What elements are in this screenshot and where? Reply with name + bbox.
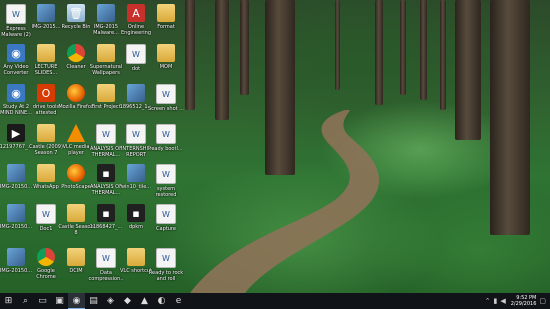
doc-icon: W bbox=[96, 124, 116, 144]
notification-icon[interactable]: ▢ bbox=[539, 297, 546, 305]
taskbar-app1[interactable]: ◈ bbox=[102, 293, 119, 309]
image-icon bbox=[127, 164, 145, 182]
app-icon: ◉ bbox=[7, 84, 25, 102]
search-icon: ⌕ bbox=[22, 296, 29, 306]
doc-icon: W bbox=[36, 204, 56, 224]
desktop-icon-label: system restored bbox=[155, 186, 177, 198]
app-icon: ◆ bbox=[124, 296, 131, 306]
image-icon bbox=[7, 204, 25, 222]
desktop-icon[interactable]: Wready bootl... bbox=[148, 124, 184, 168]
taskbar-app2[interactable]: ◆ bbox=[119, 293, 136, 309]
image-icon bbox=[127, 84, 145, 102]
app-icon: ▪ bbox=[127, 204, 145, 222]
video-icon: ▶ bbox=[7, 124, 25, 142]
doc-icon: ▪ bbox=[97, 164, 115, 182]
folder-icon bbox=[37, 164, 55, 182]
recycle-bin-icon: 🗑 bbox=[67, 4, 85, 22]
folder-icon bbox=[67, 204, 85, 222]
image-icon bbox=[37, 4, 55, 22]
desktop-icon-label: ready bootl... bbox=[149, 146, 183, 152]
taskbar-buttons: ⊞ ⌕ ▭ ▣ ◉ ▤ ◈ ◆ ▲ ◐ e bbox=[0, 293, 187, 309]
app-icon: ◐ bbox=[157, 296, 166, 306]
desktop-icon-label: Capture bbox=[156, 226, 176, 232]
vlc-icon: ▲ bbox=[141, 296, 148, 306]
volume-icon[interactable]: ◀ bbox=[500, 297, 505, 305]
chevron-up-icon[interactable]: ⌃ bbox=[485, 297, 491, 305]
desktop-icon[interactable]: W Screen shot ... bbox=[148, 84, 184, 128]
desktop-icon[interactable]: MOM bbox=[148, 44, 184, 88]
folder-icon bbox=[157, 4, 175, 22]
windows-icon: ⊞ bbox=[4, 296, 13, 306]
doc-icon: W bbox=[156, 204, 176, 224]
clock-date: 2/29/2016 bbox=[510, 301, 537, 307]
edge-icon: e bbox=[175, 296, 182, 306]
folder-icon bbox=[97, 84, 115, 102]
store-icon: ▣ bbox=[55, 296, 64, 306]
start-button[interactable]: ⊞ bbox=[0, 293, 17, 309]
desktop-icon[interactable]: W Capture bbox=[148, 204, 184, 248]
desktop-icon-label: MOM bbox=[159, 64, 173, 70]
photoscape-icon bbox=[67, 164, 85, 182]
doc-icon: W bbox=[156, 124, 176, 144]
office-icon: O bbox=[37, 84, 55, 102]
ccleaner-icon bbox=[67, 44, 85, 62]
folder-icon bbox=[157, 44, 175, 62]
doc-icon: W bbox=[156, 164, 176, 184]
taskbar-explorer[interactable]: ▤ bbox=[85, 293, 102, 309]
taskbar-app3[interactable]: ◐ bbox=[153, 293, 170, 309]
chrome-icon bbox=[37, 248, 55, 266]
network-icon[interactable]: ▮ bbox=[493, 297, 497, 305]
taskbar-store[interactable]: ▣ bbox=[51, 293, 68, 309]
app-icon: ◈ bbox=[107, 296, 114, 306]
doc-icon: W bbox=[156, 248, 176, 268]
task-view-button[interactable]: ▭ bbox=[34, 293, 51, 309]
image-icon bbox=[7, 164, 25, 182]
folder-icon bbox=[67, 248, 85, 266]
pdf-icon: A bbox=[127, 4, 145, 22]
desktop-icon[interactable]: Format bbox=[148, 4, 184, 48]
task-view-icon: ▭ bbox=[38, 296, 47, 306]
taskbar-chrome[interactable]: ◉ bbox=[68, 293, 85, 309]
image-icon bbox=[97, 4, 115, 22]
doc-icon: W bbox=[6, 4, 26, 24]
image-icon bbox=[7, 248, 25, 266]
desktop-icon[interactable]: W Ready to rock and roll bbox=[148, 248, 184, 292]
image-icon: ▪ bbox=[97, 204, 115, 222]
desktop-icon[interactable]: Wsystem restored bbox=[148, 164, 184, 208]
desktop-icon-label: Ready to rock and roll bbox=[148, 270, 184, 282]
folder-icon: ▤ bbox=[89, 296, 98, 306]
folder-icon bbox=[127, 248, 145, 266]
chrome-icon: ◉ bbox=[72, 295, 81, 306]
doc-icon: W bbox=[126, 124, 146, 144]
desktop-icon-label: Screen shot ... bbox=[148, 106, 184, 112]
taskbar-vlc[interactable]: ▲ bbox=[136, 293, 153, 309]
taskbar: ⊞ ⌕ ▭ ▣ ◉ ▤ ◈ ◆ ▲ ◐ e ⌃ ▮ ◀ 9:52 PM 2/29/2016 ▢ bbox=[0, 293, 550, 309]
clock[interactable]: 9:52 PM 2/29/2016 bbox=[511, 295, 537, 307]
doc-icon: W bbox=[156, 84, 176, 104]
vlc-icon bbox=[67, 124, 85, 142]
folder-icon bbox=[37, 44, 55, 62]
desktop-icon-label: Format bbox=[157, 24, 175, 30]
taskbar-edge[interactable]: e bbox=[170, 293, 187, 309]
folder-icon bbox=[97, 44, 115, 62]
system-tray: ⌃ ▮ ◀ 9:52 PM 2/29/2016 ▢ bbox=[485, 293, 546, 309]
folder-icon bbox=[37, 124, 55, 142]
doc-icon: W bbox=[126, 44, 146, 64]
doc-icon: W bbox=[96, 248, 116, 268]
video-converter-icon: ◉ bbox=[7, 44, 25, 62]
search-button[interactable]: ⌕ bbox=[17, 293, 34, 309]
firefox-icon bbox=[67, 84, 85, 102]
